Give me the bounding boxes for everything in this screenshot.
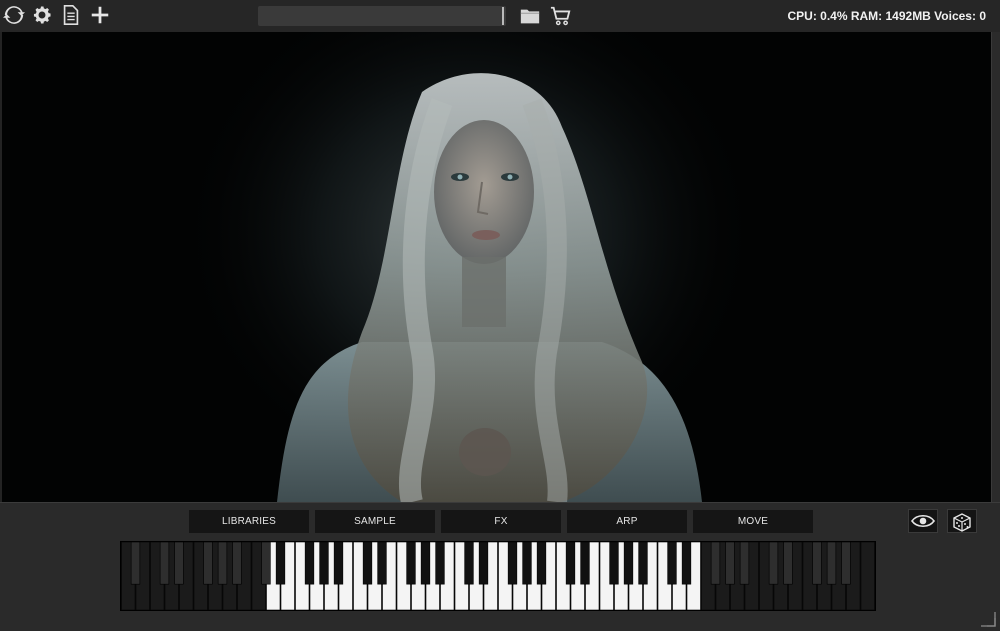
eye-button[interactable] [908, 509, 938, 533]
black-key[interactable] [841, 541, 851, 585]
black-key[interactable] [812, 541, 822, 585]
dice-button[interactable] [947, 509, 977, 533]
black-key[interactable] [826, 541, 837, 585]
black-key[interactable] [507, 541, 518, 585]
black-key[interactable] [377, 541, 387, 585]
eye-icon [911, 514, 935, 528]
black-key[interactable] [406, 541, 416, 585]
black-key[interactable] [725, 541, 735, 585]
artwork-image [2, 32, 991, 502]
black-key[interactable] [232, 541, 242, 585]
black-key[interactable] [333, 541, 344, 585]
black-key[interactable] [768, 541, 779, 585]
black-key[interactable] [435, 541, 445, 585]
tab-move[interactable]: MOVE [693, 510, 813, 533]
black-key[interactable] [667, 541, 677, 585]
document-icon[interactable] [60, 4, 82, 26]
folder-icon[interactable] [519, 5, 541, 27]
black-key[interactable] [536, 541, 547, 585]
black-key[interactable] [275, 541, 286, 585]
plus-icon[interactable] [89, 4, 111, 26]
black-key[interactable] [130, 541, 141, 585]
right-edge-strip [991, 32, 1000, 502]
black-key[interactable] [261, 541, 271, 585]
black-key[interactable] [739, 541, 750, 585]
black-key[interactable] [638, 541, 648, 585]
black-key[interactable] [681, 541, 692, 585]
dice-icon [953, 513, 971, 532]
black-key[interactable] [623, 541, 634, 585]
black-key[interactable] [464, 541, 474, 585]
top-toolbar: CPU: 0.4% RAM: 1492MB Voices: 0 [0, 0, 1000, 32]
piano-keyboard[interactable] [120, 541, 876, 611]
black-key[interactable] [710, 541, 721, 585]
black-key[interactable] [159, 541, 170, 585]
portrait-image [2, 32, 991, 502]
refresh-icon[interactable] [3, 4, 25, 26]
sampler-plugin-window: CPU: 0.4% RAM: 1492MB Voices: 0 LIBRARIE… [0, 0, 1000, 631]
black-key[interactable] [478, 541, 489, 585]
black-key[interactable] [203, 541, 213, 585]
black-key[interactable] [522, 541, 532, 585]
text-caret [502, 7, 504, 25]
black-key[interactable] [362, 541, 373, 585]
tab-arp[interactable]: ARP [567, 510, 687, 533]
tab-libraries[interactable]: LIBRARIES [189, 510, 309, 533]
black-key[interactable] [609, 541, 619, 585]
black-key[interactable] [217, 541, 228, 585]
black-key[interactable] [319, 541, 329, 585]
tab-fx[interactable]: FX [441, 510, 561, 533]
black-key[interactable] [580, 541, 590, 585]
resize-grip-icon[interactable] [978, 609, 996, 627]
white-key[interactable] [860, 541, 875, 611]
gear-icon[interactable] [31, 4, 53, 26]
black-key[interactable] [304, 541, 315, 585]
preset-name-field[interactable] [258, 6, 506, 26]
black-key[interactable] [783, 541, 793, 585]
piano-keys[interactable] [121, 541, 875, 611]
cart-icon[interactable] [550, 5, 572, 27]
black-key[interactable] [420, 541, 431, 585]
tab-sample[interactable]: SAMPLE [315, 510, 435, 533]
performance-status: CPU: 0.4% RAM: 1492MB Voices: 0 [787, 9, 986, 23]
black-key[interactable] [565, 541, 576, 585]
bottom-panel: LIBRARIES SAMPLE FX ARP MOVE [0, 502, 1000, 631]
black-key[interactable] [174, 541, 184, 585]
